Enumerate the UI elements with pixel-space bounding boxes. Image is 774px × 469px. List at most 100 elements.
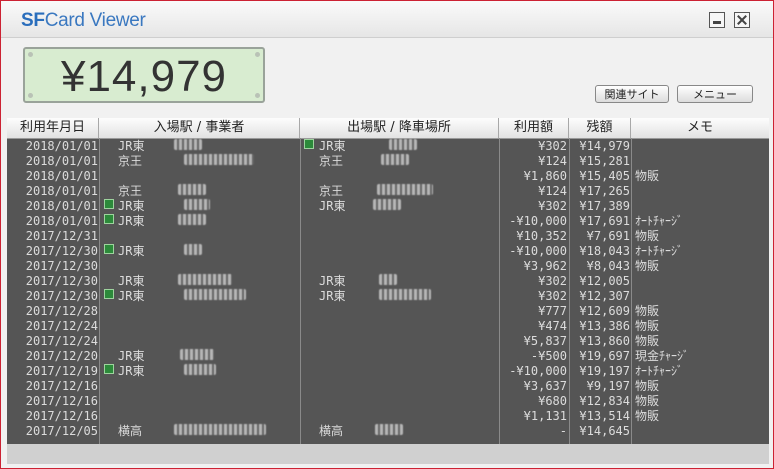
header-entry-station[interactable]: 入場駅 / 事業者 (99, 118, 300, 138)
redacted-station-detail (178, 214, 206, 225)
table-row[interactable]: 2018/01/01 京王 京王 ¥124 ¥17,265 (7, 184, 769, 199)
cell-amount: ¥680 (538, 394, 567, 408)
cell-memo: 物販 (635, 319, 660, 333)
cell-amount: ¥3,962 (523, 259, 567, 273)
cell-entry-station: JR東 (118, 244, 145, 258)
cell-entry-station: JR東 (118, 274, 145, 288)
table-row[interactable]: 2017/12/16 ¥3,637 ¥9,197 物販 (7, 379, 769, 394)
cell-date: 2017/12/24 (25, 334, 98, 348)
cell-memo: ｵｰﾄﾁｬｰｼﾞ (635, 244, 684, 258)
cell-entry-station: JR東 (118, 289, 145, 303)
cell-balance: ¥9,197 (586, 379, 630, 393)
title-bar[interactable]: SFCard Viewer (1, 1, 773, 38)
cell-amount: ¥302 (538, 274, 567, 288)
table-row[interactable]: 2018/01/01 JR東 -¥10,000 ¥17,691 ｵｰﾄﾁｬｰｼﾞ (7, 214, 769, 229)
cell-balance: ¥15,281 (579, 154, 630, 168)
cell-entry-station: JR東 (118, 199, 145, 213)
cell-memo: 物販 (635, 379, 660, 393)
cell-balance: ¥7,691 (586, 229, 630, 243)
table-row[interactable]: 2017/12/19 JR東 -¥10,000 ¥19,197 ｵｰﾄﾁｬｰｼﾞ (7, 364, 769, 379)
redacted-station-detail (184, 154, 254, 165)
cell-date: 2018/01/01 (25, 154, 98, 168)
cell-amount: ¥10,352 (516, 229, 567, 243)
table-row[interactable]: 2017/12/16 ¥680 ¥12,834 物販 (7, 394, 769, 409)
redacted-station-detail (184, 244, 202, 255)
cell-date: 2018/01/01 (25, 184, 98, 198)
cell-date: 2017/12/16 (25, 394, 98, 408)
table-row[interactable]: 2017/12/30 JR東 JR東 ¥302 ¥12,005 (7, 274, 769, 289)
table-row[interactable]: 2017/12/05 横高 横高 - ¥14,645 (7, 424, 769, 439)
cell-entry-station: JR東 (118, 214, 145, 228)
cell-date: 2017/12/28 (25, 304, 98, 318)
cell-date: 2018/01/01 (25, 169, 98, 183)
cell-balance: ¥13,386 (579, 319, 630, 333)
cell-date: 2017/12/16 (25, 379, 98, 393)
table-row[interactable]: 2017/12/20 JR東 -¥500 ¥19,697 現金ﾁｬｰｼﾞ (7, 349, 769, 364)
cell-date: 2017/12/05 (25, 424, 98, 438)
cell-memo: 物販 (635, 334, 660, 348)
logo-rest-text: Card Viewer (44, 10, 146, 31)
header-balance[interactable]: 残額 (569, 118, 631, 138)
table-row[interactable]: 2018/01/01 JR東 JR東 ¥302 ¥17,389 (7, 199, 769, 214)
balance-amount: ¥14,979 (60, 52, 228, 101)
table-row[interactable]: 2017/12/24 ¥474 ¥13,386 物販 (7, 319, 769, 334)
ic-card-icon (104, 214, 114, 224)
balance-display: ¥14,979 (23, 47, 265, 103)
cell-date: 2017/12/20 (25, 349, 98, 363)
header-exit-station[interactable]: 出場駅 / 降車場所 (300, 118, 499, 138)
table-row[interactable]: 2017/12/16 ¥1,131 ¥13,514 物販 (7, 409, 769, 424)
history-table[interactable]: 利用年月日 入場駅 / 事業者 出場駅 / 降車場所 利用額 残額 メモ 201… (7, 118, 769, 444)
cell-balance: ¥18,043 (579, 244, 630, 258)
related-sites-button[interactable]: 関連サイト (595, 85, 669, 103)
cell-amount: ¥302 (538, 139, 567, 153)
table-row[interactable]: 2018/01/01 京王 京王 ¥124 ¥15,281 (7, 154, 769, 169)
redacted-station-detail (375, 424, 403, 435)
table-row[interactable]: 2017/12/30 JR東 JR東 ¥302 ¥12,307 (7, 289, 769, 304)
cell-balance: ¥12,834 (579, 394, 630, 408)
cell-memo: 物販 (635, 409, 660, 423)
header-amount[interactable]: 利用額 (499, 118, 569, 138)
cell-entry-station: JR東 (118, 349, 145, 363)
table-row[interactable]: 2018/01/01 JR東 JR東 ¥302 ¥14,979 (7, 139, 769, 154)
redacted-station-detail (180, 349, 214, 360)
redacted-station-detail (178, 274, 232, 285)
table-row[interactable]: 2017/12/28 ¥777 ¥12,609 物販 (7, 304, 769, 319)
app-window: SFCard Viewer ¥14,979 関連サイト メニュー 利用年月日 入… (0, 0, 774, 469)
cell-date: 2018/01/01 (25, 139, 98, 153)
minimize-icon[interactable] (709, 12, 725, 28)
cell-entry-station: 京王 (118, 184, 143, 198)
redacted-station-detail (184, 199, 210, 210)
cell-balance: ¥15,405 (579, 169, 630, 183)
cell-memo: 現金ﾁｬｰｼﾞ (635, 349, 690, 363)
cell-balance: ¥19,197 (579, 364, 630, 378)
redacted-station-detail (178, 184, 206, 195)
cell-date: 2018/01/01 (25, 214, 98, 228)
cell-amount: ¥1,131 (523, 409, 567, 423)
table-row[interactable]: 2017/12/30 JR東 -¥10,000 ¥18,043 ｵｰﾄﾁｬｰｼﾞ (7, 244, 769, 259)
cell-entry-station: 京王 (118, 154, 143, 168)
cell-balance: ¥8,043 (586, 259, 630, 273)
cell-date: 2017/12/30 (25, 274, 98, 288)
cell-exit-station: JR東 (319, 199, 346, 213)
table-row[interactable]: 2018/01/01 ¥1,860 ¥15,405 物販 (7, 169, 769, 184)
table-row[interactable]: 2017/12/31 ¥10,352 ¥7,691 物販 (7, 229, 769, 244)
table-row[interactable]: 2017/12/30 ¥3,962 ¥8,043 物販 (7, 259, 769, 274)
ic-card-icon (104, 364, 114, 374)
cell-amount: ¥777 (538, 304, 567, 318)
cell-memo: 物販 (635, 229, 660, 243)
cell-exit-station: JR東 (319, 274, 346, 288)
cell-amount: -¥500 (530, 349, 567, 363)
header-memo[interactable]: メモ (631, 118, 769, 138)
cell-amount: -¥10,000 (509, 214, 567, 228)
ic-card-icon (104, 199, 114, 209)
menu-button[interactable]: メニュー (677, 85, 753, 103)
cell-date: 2017/12/31 (25, 229, 98, 243)
redacted-station-detail (184, 364, 216, 375)
cell-date: 2017/12/24 (25, 319, 98, 333)
cell-amount: - (559, 424, 567, 438)
cell-date: 2017/12/30 (25, 289, 98, 303)
table-row[interactable]: 2017/12/24 ¥5,837 ¥13,860 物販 (7, 334, 769, 349)
close-icon[interactable] (734, 12, 750, 28)
cell-balance: ¥12,609 (579, 304, 630, 318)
header-date[interactable]: 利用年月日 (7, 118, 99, 138)
